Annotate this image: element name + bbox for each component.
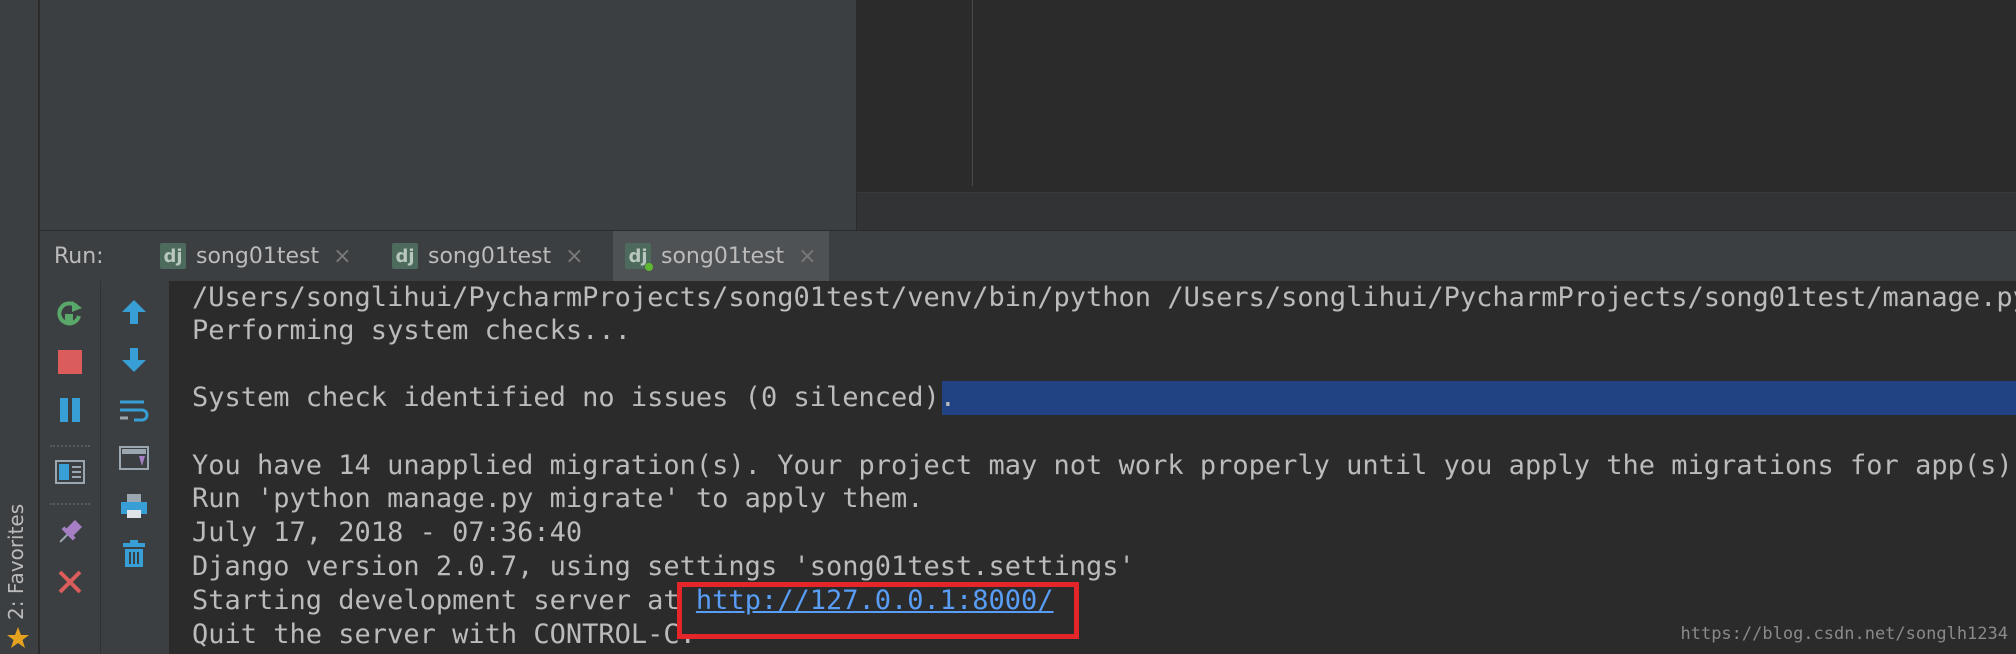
text-selection xyxy=(942,381,2016,415)
pause-icon[interactable] xyxy=(53,393,87,427)
close-icon[interactable] xyxy=(53,565,87,599)
run-label: Run: xyxy=(54,244,104,269)
run-tab-2[interactable]: dj song01test × xyxy=(380,231,596,281)
editor-pane xyxy=(857,0,2016,192)
favorites-strip: 2: Favorites xyxy=(0,0,40,654)
console-line: Run 'python manage.py migrate' to apply … xyxy=(192,483,924,514)
stop-icon[interactable] xyxy=(53,345,87,379)
annotation-highlight-box xyxy=(677,582,1079,639)
console-toolbar xyxy=(101,281,170,654)
pin-icon[interactable] xyxy=(53,515,87,549)
close-icon[interactable]: × xyxy=(565,244,583,269)
up-arrow-icon[interactable] xyxy=(117,295,151,329)
run-tab-1[interactable]: dj song01test × xyxy=(148,231,364,281)
run-tab-label: song01test xyxy=(196,243,320,269)
rerun-icon[interactable] xyxy=(53,297,87,331)
favorites-tab[interactable]: 2: Favorites xyxy=(4,504,28,620)
console-line: System check identified no issues (0 sil… xyxy=(192,382,957,413)
star-icon xyxy=(7,627,29,648)
close-icon[interactable]: × xyxy=(798,244,816,269)
layout-icon[interactable] xyxy=(53,455,87,489)
django-running-icon: dj xyxy=(625,243,653,271)
console-line: You have 14 unapplied migration(s). Your… xyxy=(192,450,2016,481)
scroll-to-end-icon[interactable] xyxy=(117,441,151,475)
watermark: https://blog.csdn.net/songlh1234 xyxy=(1680,624,2008,644)
console-line: Django version 2.0.7, using settings 'so… xyxy=(192,551,1135,582)
console-line: July 17, 2018 - 07:36:40 xyxy=(192,517,583,548)
project-pane xyxy=(40,0,857,230)
run-tab-label: song01test xyxy=(661,243,785,269)
down-arrow-icon[interactable] xyxy=(117,343,151,377)
run-tool-header: Run: dj song01test × dj song01test × dj … xyxy=(40,230,2016,282)
toolbar-separator xyxy=(50,503,90,505)
soft-wrap-icon[interactable] xyxy=(117,393,151,427)
close-icon[interactable]: × xyxy=(333,244,351,269)
console-line-command: /Users/songlihui/PycharmProjects/song01t… xyxy=(192,282,2016,313)
server-line-prefix: Starting development server at xyxy=(192,585,696,616)
toolbar-separator xyxy=(50,445,90,447)
run-tab-3[interactable]: dj song01test × xyxy=(613,231,829,281)
console-output[interactable]: /Users/songlihui/PycharmProjects/song01t… xyxy=(170,281,2016,654)
django-icon: dj xyxy=(160,243,186,269)
right-margin-guide xyxy=(972,0,973,186)
editor-lower-bar xyxy=(857,192,2016,231)
run-actions-toolbar xyxy=(40,281,101,654)
console-line: Performing system checks... xyxy=(192,315,631,346)
trash-icon[interactable] xyxy=(117,537,151,571)
print-icon[interactable] xyxy=(117,489,151,523)
run-tab-label: song01test xyxy=(428,243,552,269)
django-icon: dj xyxy=(392,243,418,269)
console-line: Quit the server with CONTROL-C. xyxy=(192,619,696,650)
